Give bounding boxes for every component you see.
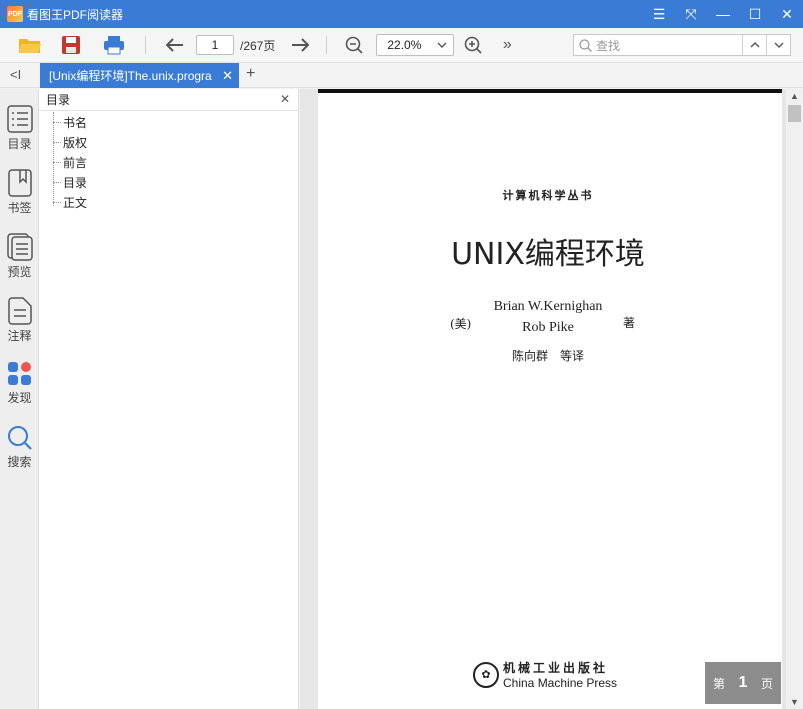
window-controls: ☰ ⤧ — ☐ ✕ [643, 0, 803, 28]
tab-label: [Unix编程环境]The.unix.progra [49, 69, 212, 83]
outline-item[interactable]: 目录 [39, 172, 298, 192]
open-folder-icon[interactable] [15, 30, 45, 60]
outline-title: 目录 [46, 93, 71, 107]
tab-bar: <I [Unix编程环境]The.unix.progra ✕ + [0, 63, 803, 88]
close-button[interactable]: ✕ [771, 0, 803, 28]
sidebar-item-discover[interactable]: 发现 [0, 361, 39, 421]
next-page-icon[interactable] [285, 30, 315, 60]
toolbar-divider [145, 36, 146, 54]
sidebar-item-label: 搜索 [7, 455, 32, 469]
bookmark-icon [7, 169, 32, 197]
scan-edge [318, 89, 782, 93]
outline-item[interactable]: 前言 [39, 152, 298, 172]
search-icon [7, 426, 32, 450]
chevron-down-icon [774, 42, 783, 48]
sidebar-item-search[interactable]: 搜索 [0, 425, 39, 485]
publisher-logo: ✿ [473, 661, 499, 688]
sidebar-item-label: 发现 [7, 391, 32, 405]
zoom-out-icon[interactable] [339, 30, 369, 60]
tab-document[interactable]: [Unix编程环境]The.unix.progra ✕ [40, 63, 239, 88]
vertical-scrollbar[interactable]: ▲ ▼ [786, 89, 803, 709]
page-indicator-prefix: 第 [713, 676, 726, 691]
annotation-icon [7, 297, 32, 325]
sidebar-item-label: 预览 [7, 265, 32, 279]
page-indicator-number: 1 [738, 674, 748, 691]
toolbar: 1 /267页 22.0% » 查找 [0, 28, 803, 63]
close-icon[interactable]: ✕ [280, 92, 290, 106]
search-placeholder: 查找 [596, 38, 621, 53]
search-prev-button[interactable] [742, 35, 766, 55]
save-icon[interactable] [56, 30, 86, 60]
pdf-page: 计算机科学丛书 UNIX编程环境 (美) Brian W.Kernighan R… [318, 89, 782, 709]
book-series: 计算机科学丛书 [502, 189, 594, 202]
zoom-in-icon[interactable] [458, 30, 488, 60]
close-tab-icon[interactable]: ✕ [222, 68, 233, 84]
publisher-name-en: China Machine Press [503, 676, 618, 690]
fullscreen-icon[interactable]: ⤧ [675, 0, 707, 28]
chevron-down-icon [437, 42, 447, 48]
app-logo: PDF [7, 6, 23, 22]
chevron-up-icon [750, 42, 759, 48]
toolbar-divider [326, 36, 328, 54]
app-title: 看图王PDF阅读器 [27, 7, 124, 22]
scroll-thumb[interactable] [788, 105, 801, 122]
more-tools-icon[interactable]: » [492, 30, 522, 60]
print-icon[interactable] [99, 30, 129, 60]
search-next-button[interactable] [766, 35, 790, 55]
page-indicator-suffix: 页 [760, 676, 773, 691]
book-title: UNIX编程环境 [451, 237, 645, 272]
sidebar-item-label: 注释 [7, 329, 32, 343]
discover-icon [7, 362, 31, 385]
scroll-down-icon[interactable]: ▼ [790, 697, 799, 707]
publisher-name-cn: 机械工业出版社 [503, 661, 609, 675]
scroll-up-icon[interactable]: ▲ [790, 91, 799, 101]
author-role: 著 [623, 316, 636, 330]
sidebar-item-bookmarks[interactable]: 书签 [0, 169, 39, 229]
outline-list: 书名 版权 前言 目录 正文 [39, 112, 298, 212]
add-tab-button[interactable]: + [246, 65, 255, 83]
zoom-value: 22.0% [387, 38, 422, 52]
sidebar-item-label: 书签 [7, 201, 32, 215]
page-indicator: 第 1 页 [705, 662, 781, 704]
title-bar: PDF 看图王PDF阅读器 ☰ ⤧ — ☐ ✕ [0, 0, 803, 28]
sidebar-item-preview[interactable]: 预览 [0, 233, 39, 293]
toc-icon [6, 105, 33, 133]
outline-panel: 目录 ✕ 书名 版权 前言 目录 正文 [39, 89, 299, 709]
outline-item[interactable]: 书名 [39, 112, 298, 132]
page-number-input[interactable]: 1 [196, 35, 234, 55]
preview-icon [6, 233, 33, 261]
maximize-button[interactable]: ☐ [739, 0, 771, 28]
sidebar-item-label: 目录 [7, 137, 32, 151]
outline-header: 目录 ✕ [39, 89, 298, 111]
sidebar-item-annotations[interactable]: 注释 [0, 297, 39, 357]
search-icon [579, 38, 592, 52]
prev-page-icon[interactable] [160, 30, 190, 60]
author-name: Brian W.Kernighan [493, 299, 603, 314]
translators: 陈向群 等译 [511, 349, 584, 363]
minimize-button[interactable]: — [707, 0, 739, 28]
menu-icon[interactable]: ☰ [643, 0, 675, 28]
search-input[interactable]: 查找 [573, 34, 791, 56]
page-total-label: /267页 [240, 38, 276, 53]
collapse-sidebar-button[interactable]: <I [10, 67, 21, 82]
author-name: Rob Pike [522, 320, 574, 335]
document-viewer[interactable]: 计算机科学丛书 UNIX编程环境 (美) Brian W.Kernighan R… [300, 89, 803, 709]
sidebar-item-toc[interactable]: 目录 [0, 105, 39, 165]
outline-item[interactable]: 正文 [39, 192, 298, 212]
sidebar: 目录 书签 预览 注释 发现 搜索 [0, 89, 39, 709]
zoom-select[interactable]: 22.0% [376, 34, 455, 56]
outline-item[interactable]: 版权 [39, 132, 298, 152]
publisher: ✿ 机械工业出版社 China Machine Press [473, 659, 617, 690]
